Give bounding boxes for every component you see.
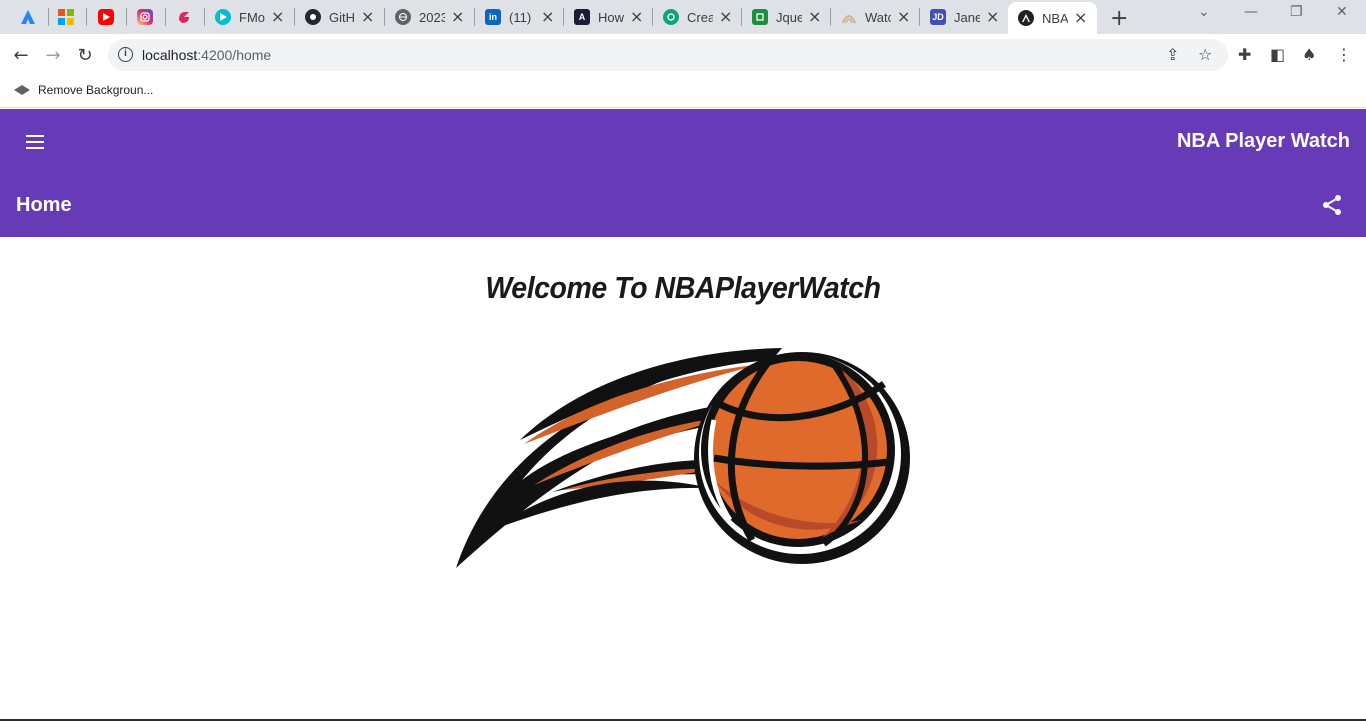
tab-search-icon[interactable]: ⌄ (1198, 4, 1210, 20)
tab-strip: FMo × GitH × 2023 × in (11) × A How × Cr… (0, 0, 1366, 34)
tab-title: FMo (239, 9, 265, 25)
welcome-heading: Welcome To NBAPlayerWatch (485, 270, 881, 305)
bookmark-remove-background[interactable]: Remove Backgroun... (14, 83, 153, 97)
share-button[interactable] (1320, 193, 1344, 217)
share-page-icon[interactable]: ⇪ (1166, 45, 1179, 64)
tab-title: GitH (329, 9, 355, 25)
app-toolbar: NBA Player Watch Home (0, 109, 1366, 237)
page-title: Home (16, 194, 72, 216)
close-tab-icon[interactable]: × (361, 9, 374, 25)
tab-title: Watc (865, 9, 891, 25)
tab-create[interactable]: Crea × (663, 4, 732, 30)
url-text[interactable]: localhost:4200/home (142, 47, 271, 63)
tab-fmovies[interactable]: FMo × (215, 4, 284, 30)
ai-icon: A (574, 9, 590, 25)
tab-title: Jane (954, 9, 980, 25)
side-panel-icon[interactable]: ◧ (1270, 45, 1285, 64)
close-tab-icon[interactable]: × (271, 9, 284, 25)
play-icon (215, 9, 231, 25)
back-icon[interactable]: ← (8, 42, 34, 68)
close-tab-icon[interactable]: × (1074, 10, 1087, 26)
jd-icon: JD (930, 9, 946, 25)
basketball-logo (456, 348, 910, 568)
tab-microsoft[interactable] (58, 4, 74, 30)
restore-icon[interactable]: ❐ (1290, 4, 1303, 20)
close-tab-icon[interactable]: × (897, 9, 910, 25)
linkedin-icon: in (485, 9, 501, 25)
bookmark-label: Remove Backgroun... (38, 83, 154, 97)
tab-jquery[interactable]: Jque × (752, 4, 821, 30)
angular-icon (1018, 10, 1034, 26)
tab-jane[interactable]: JD Jane × (930, 4, 999, 30)
close-tab-icon[interactable]: × (451, 9, 464, 25)
close-window-icon[interactable]: ✕ (1336, 4, 1348, 20)
bookmarks-bar: Remove Backgroun... (0, 76, 1366, 108)
tab-app[interactable] (176, 4, 192, 30)
tab-how[interactable]: A How × (574, 4, 643, 30)
tab-2023[interactable]: 2023 × (395, 4, 464, 30)
github-icon (305, 9, 321, 25)
tab-linkedin[interactable]: in (11) × (485, 4, 554, 30)
instagram-icon (137, 9, 153, 25)
site-info-icon[interactable]: i (118, 47, 133, 62)
bookmark-star-icon[interactable]: ☆ (1198, 45, 1212, 64)
tab-watch[interactable]: Watc × (841, 4, 910, 30)
tab-title: NBA (1042, 10, 1068, 26)
youtube-icon (98, 9, 114, 25)
extensions-icon[interactable]: ✚ (1238, 45, 1251, 64)
address-bar[interactable]: i localhost:4200/home ⇪ ☆ (108, 39, 1228, 71)
tab-title: Crea (687, 9, 713, 25)
close-tab-icon[interactable]: × (719, 9, 732, 25)
forward-icon[interactable]: → (40, 42, 66, 68)
tab-nba-active[interactable]: NBA × (1008, 2, 1098, 34)
minimize-icon[interactable]: — (1244, 4, 1258, 20)
tab-title: (11) (509, 9, 532, 25)
app-title: NBA Player Watch (1176, 130, 1350, 152)
more-menu-icon[interactable]: ⋮ (1336, 45, 1352, 64)
close-tab-icon[interactable]: × (630, 9, 643, 25)
browser-toolbar: ← → ↻ i localhost:4200/home ⇪ ☆ ✚ ◧ ♠ ⋮ (0, 34, 1366, 76)
tab-title: Jque (776, 9, 802, 25)
menu-button[interactable] (22, 131, 50, 153)
tab-github[interactable]: GitH × (305, 4, 374, 30)
microsoft-icon (58, 9, 74, 25)
atlassian-icon (20, 9, 36, 25)
globe-icon (395, 9, 411, 25)
app-icon (176, 9, 192, 25)
sheet-icon (752, 9, 768, 25)
profile-icon[interactable]: ♠ (1302, 45, 1316, 64)
close-tab-icon[interactable]: × (808, 9, 821, 25)
tab-atlassian[interactable] (20, 4, 36, 30)
tab-title: How (598, 9, 624, 25)
tab-instagram[interactable] (137, 4, 153, 30)
close-tab-icon[interactable]: × (541, 9, 554, 25)
close-tab-icon[interactable]: × (986, 9, 999, 25)
layers-icon (14, 85, 30, 95)
tab-youtube[interactable] (98, 4, 114, 30)
logo-icon (841, 9, 857, 25)
openai-icon (663, 9, 679, 25)
reload-icon[interactable]: ↻ (72, 42, 98, 68)
menu-icon (26, 135, 44, 137)
new-tab-icon[interactable]: + (1110, 6, 1128, 31)
share-icon (1323, 195, 1341, 215)
tab-title: 2023 (419, 9, 445, 25)
